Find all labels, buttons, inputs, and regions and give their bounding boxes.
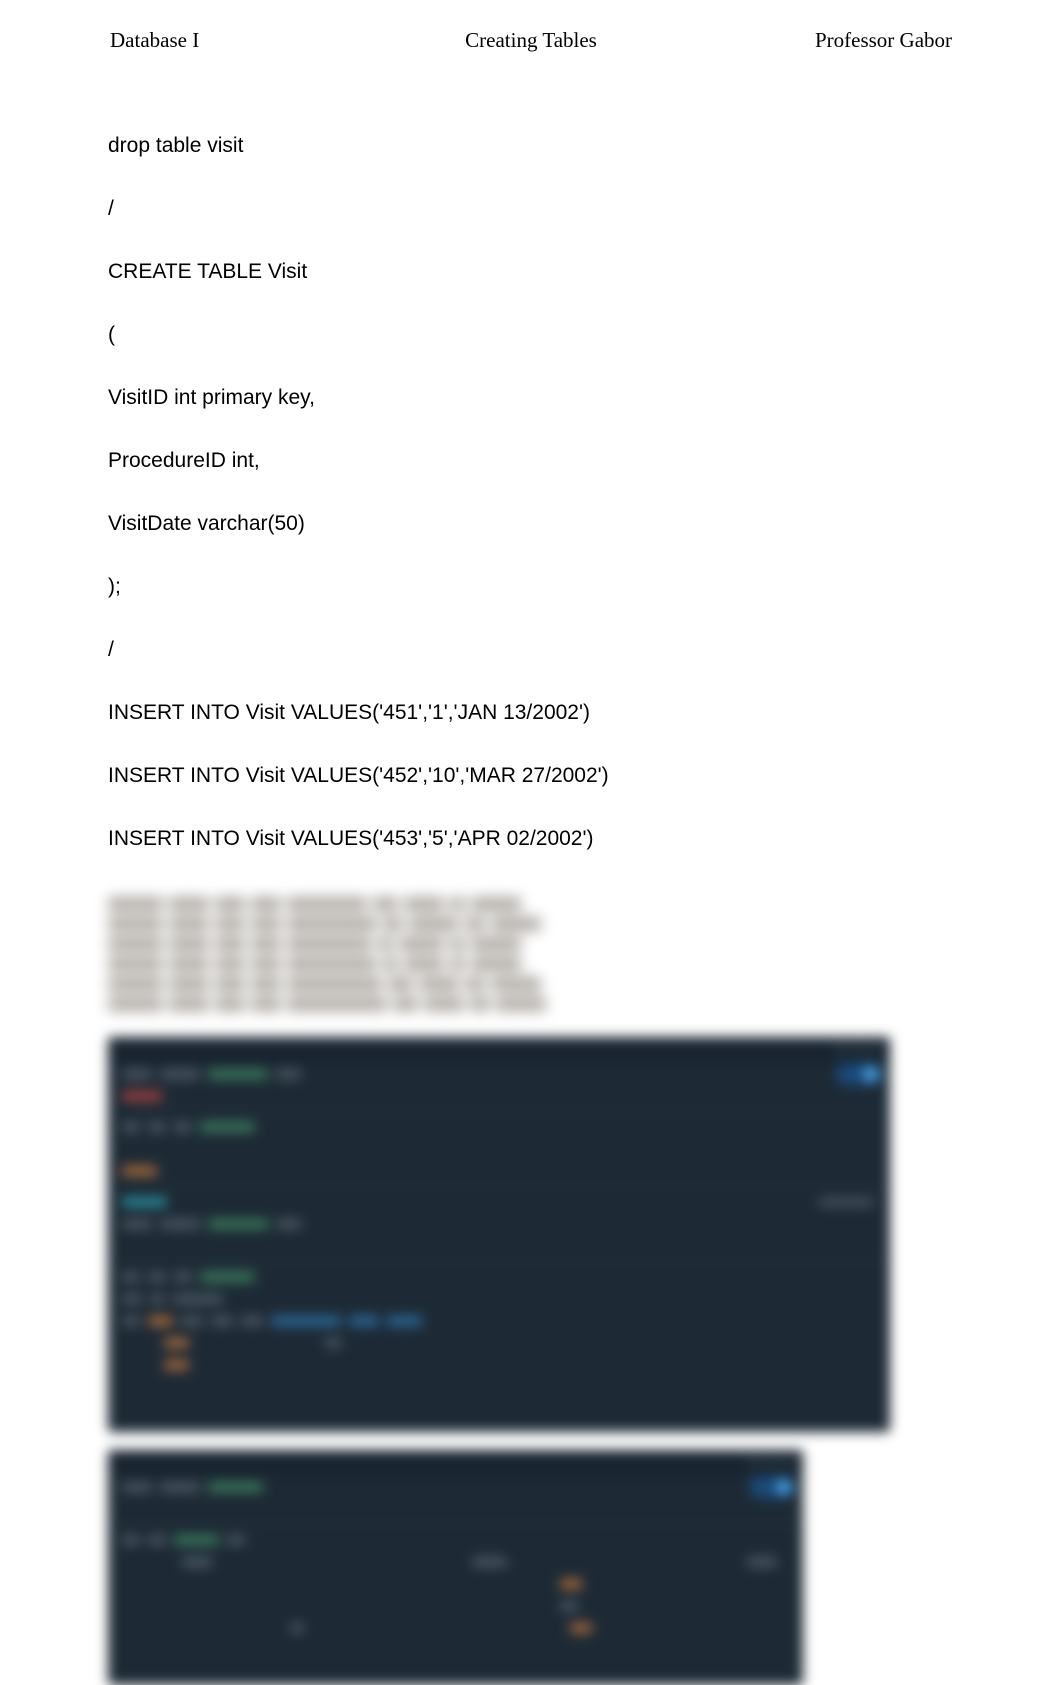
- header-right: Professor Gabor: [671, 28, 952, 53]
- header-center: Creating Tables: [391, 28, 672, 53]
- code-line: VisitID int primary key,: [108, 387, 1062, 408]
- page-header: Database I Creating Tables Professor Gab…: [0, 28, 1062, 53]
- code-line: );: [108, 576, 1062, 597]
- code-line: INSERT INTO Visit VALUES('452','10','MAR…: [108, 765, 1062, 786]
- code-line: /: [108, 639, 1062, 660]
- code-line: ProcedureID int,: [108, 450, 1062, 471]
- embedded-screenshot-1: [108, 1037, 890, 1432]
- code-line: drop table visit: [108, 135, 1062, 156]
- code-line: /: [108, 198, 1062, 219]
- document-page: Database I Creating Tables Professor Gab…: [0, 0, 1062, 1685]
- header-left: Database I: [110, 28, 391, 53]
- blurred-code-region: [108, 897, 608, 1017]
- code-line: CREATE TABLE Visit: [108, 261, 1062, 282]
- code-line: VisitDate varchar(50): [108, 513, 1062, 534]
- embedded-screenshot-2: [108, 1450, 803, 1685]
- code-line: INSERT INTO Visit VALUES('453','5','APR …: [108, 828, 1062, 849]
- sql-code-block: drop table visit / CREATE TABLE Visit ( …: [0, 53, 1062, 891]
- code-line: INSERT INTO Visit VALUES('451','1','JAN …: [108, 702, 1062, 723]
- code-line: (: [108, 324, 1062, 345]
